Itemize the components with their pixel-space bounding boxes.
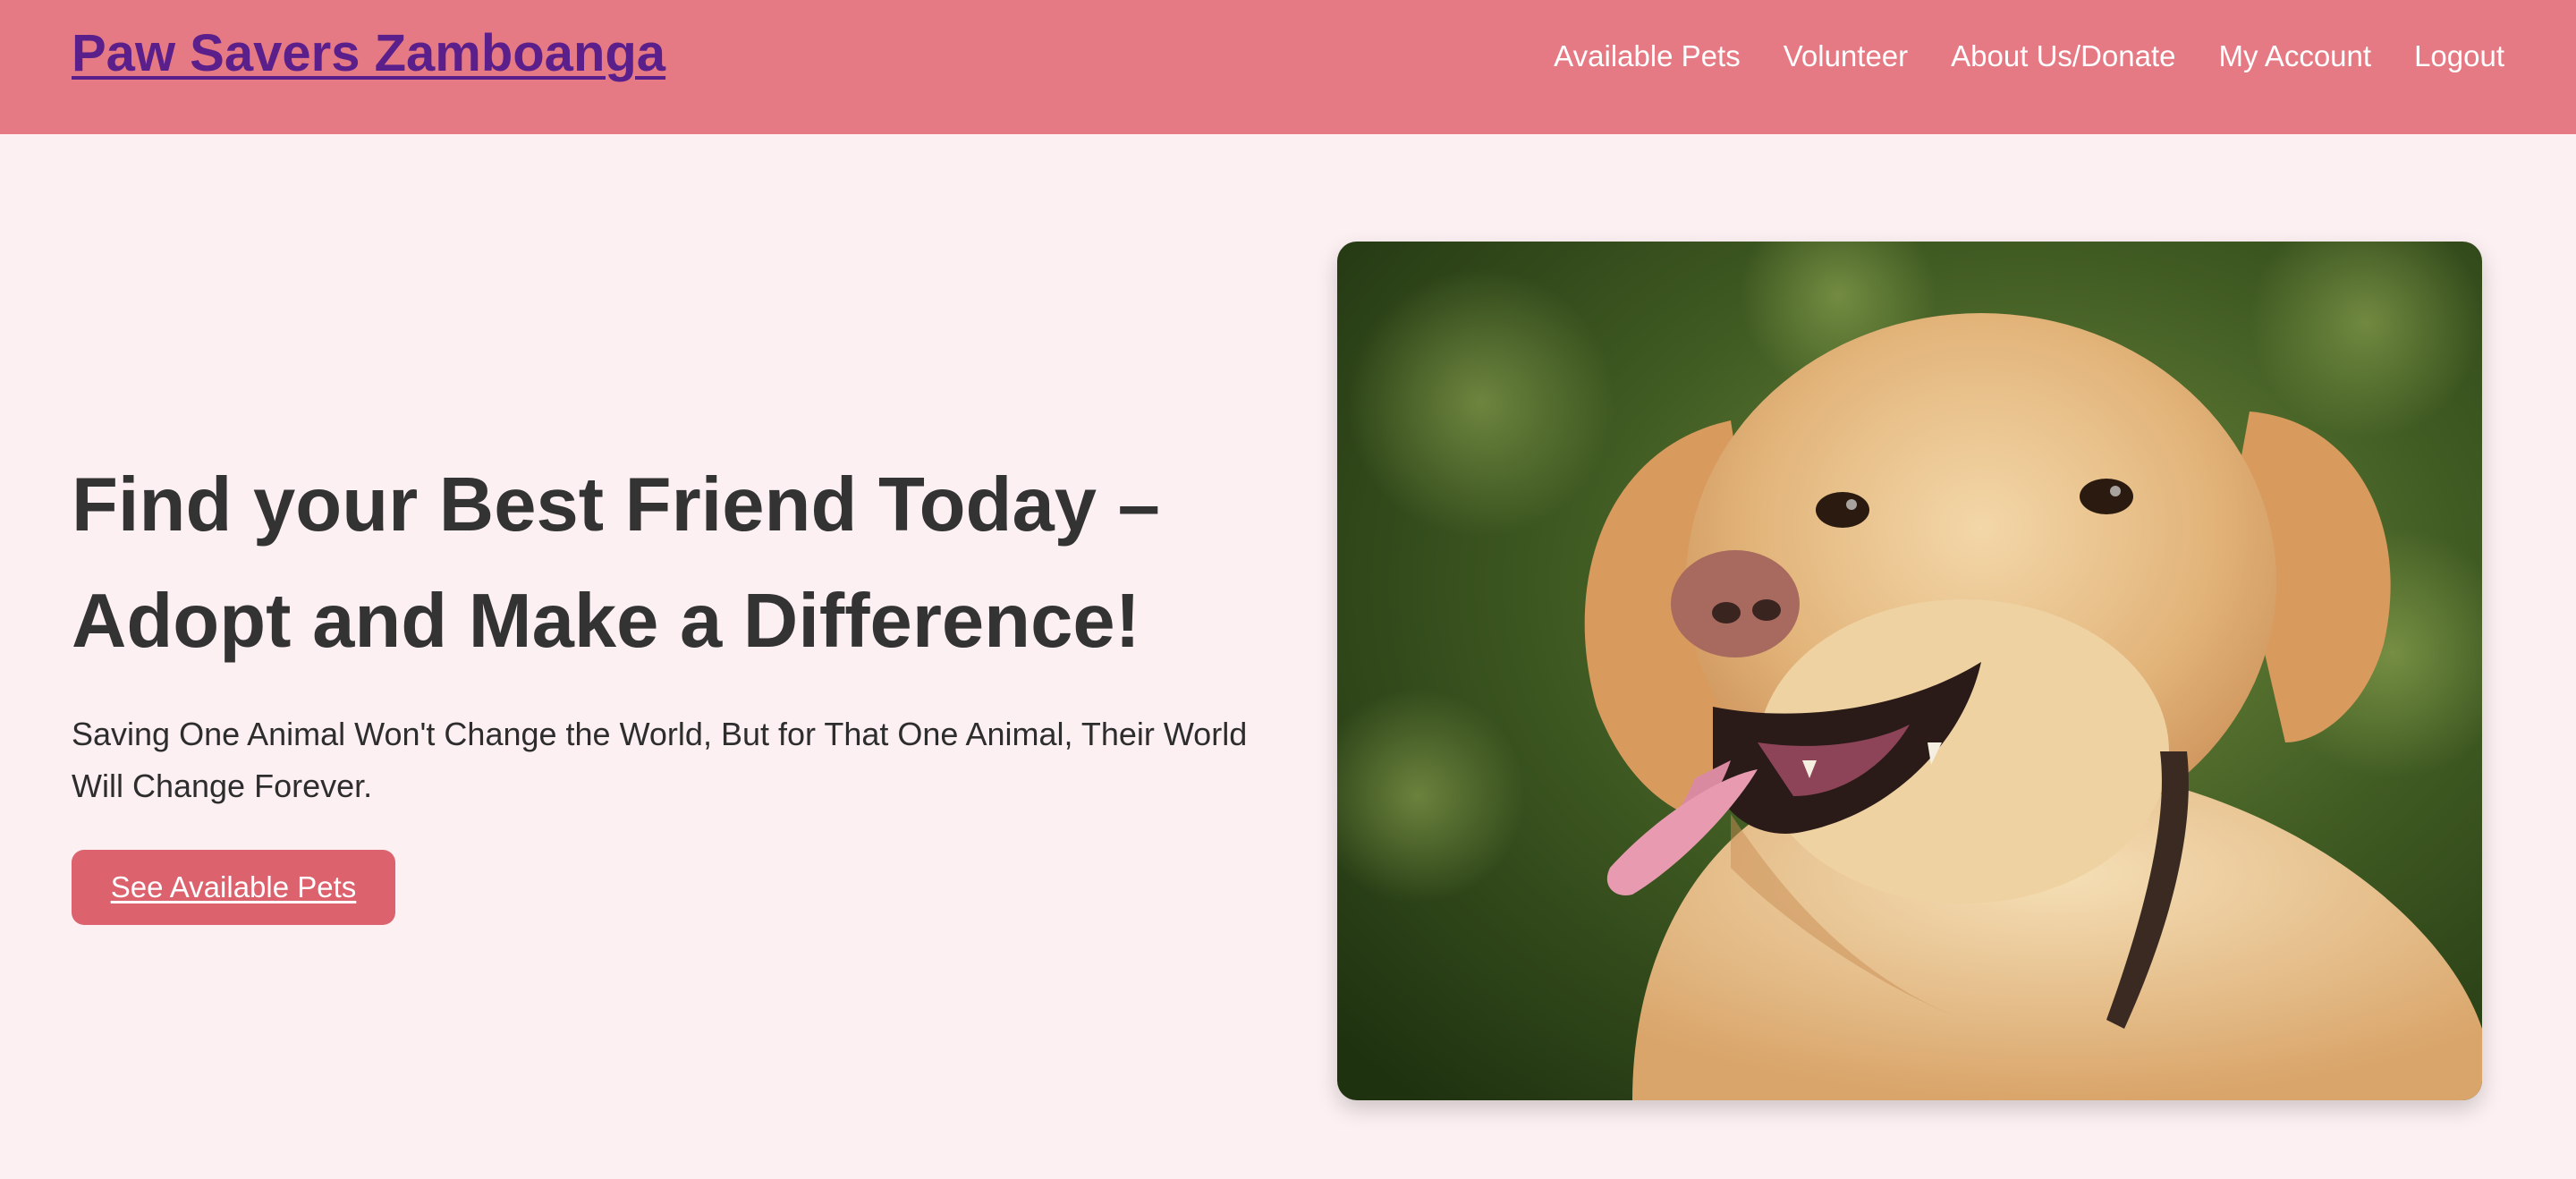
- site-header: Paw Savers Zamboanga Available Pets Volu…: [0, 0, 2576, 134]
- nav-my-account[interactable]: My Account: [2218, 39, 2371, 73]
- hero-dog-photo: [1337, 242, 2482, 1100]
- nav-available-pets[interactable]: Available Pets: [1554, 39, 1741, 73]
- hero-title: Find your Best Friend Today – Adopt and …: [72, 447, 1270, 680]
- nav-volunteer[interactable]: Volunteer: [1784, 39, 1908, 73]
- main-nav: Available Pets Volunteer About Us/Donate…: [1554, 39, 2504, 73]
- site-title-link[interactable]: Paw Savers Zamboanga: [72, 23, 665, 83]
- hero-title-line1: Find your Best Friend Today –: [72, 462, 1160, 547]
- nav-logout[interactable]: Logout: [2414, 39, 2504, 73]
- hero-subtitle: Saving One Animal Won't Change the World…: [72, 716, 1248, 804]
- see-available-pets-button[interactable]: See Available Pets: [72, 850, 395, 925]
- nav-about-donate[interactable]: About Us/Donate: [1951, 39, 2175, 73]
- hero-title-line2: Adopt and Make a Difference!: [72, 579, 1140, 664]
